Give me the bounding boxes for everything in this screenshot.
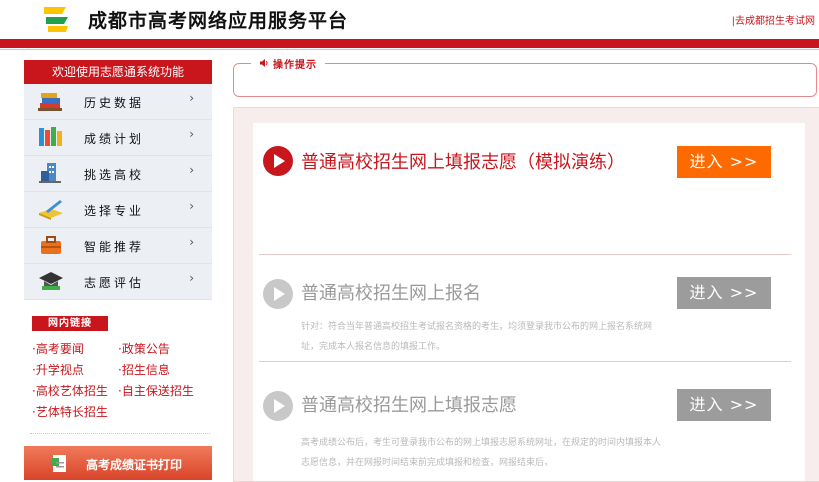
entry-description: 高考成绩公布后，考生可登录我市公布的网上填报志愿系统网址，在规定的时间内填报本人… xyxy=(301,438,662,468)
sidebar-item-label: 智能推荐 xyxy=(84,240,145,254)
document-icon xyxy=(51,455,66,472)
chevron-right-icon: › xyxy=(189,127,194,141)
sidebar-title: 欢迎使用志愿通系统功能 xyxy=(24,60,212,84)
enter-mock-volunteer-button[interactable]: 进入 >> xyxy=(677,146,771,178)
play-icon xyxy=(263,391,293,421)
chevron-right-icon: › xyxy=(189,163,194,177)
sidebar-item-smart-recommend[interactable]: 智能推荐 › xyxy=(24,228,212,264)
sidebar-nav: 历史数据 › 成绩计划 › 挑选高校 › 选择专业 › 智能推荐 › 志愿评估 … xyxy=(24,84,212,300)
sidebar-item-label: 挑选高校 xyxy=(84,168,145,182)
pen-book-icon xyxy=(39,200,63,220)
books-icon xyxy=(38,93,62,111)
link-enrollment-info[interactable]: ·招生信息 xyxy=(118,361,170,378)
briefcase-icon xyxy=(41,236,61,254)
tip-label: 操作提示 xyxy=(273,60,317,71)
sidebar-item-label: 成绩计划 xyxy=(84,132,145,146)
link-exam-news[interactable]: ·高考要闻 xyxy=(32,340,84,357)
graduation-cap-icon xyxy=(39,272,63,290)
bookshelf-icon xyxy=(39,127,62,146)
sidebar-item-score-plan[interactable]: 成绩计划 › xyxy=(24,120,212,156)
enter-registration-button[interactable]: 进入 >> xyxy=(677,277,771,309)
sidebar-item-choose-major[interactable]: 选择专业 › xyxy=(24,192,212,228)
header-red-bar xyxy=(0,39,819,48)
play-icon xyxy=(263,146,293,176)
link-talent-enrollment[interactable]: ·艺体特长招生 xyxy=(32,403,108,420)
chevron-right-icon: › xyxy=(189,271,194,285)
sidebar-item-choose-college[interactable]: 挑选高校 › xyxy=(24,156,212,192)
links-divider xyxy=(30,433,210,434)
sidebar-item-label: 选择专业 xyxy=(84,204,145,218)
speaker-icon xyxy=(259,58,269,71)
operation-tips-title: 操作提示 xyxy=(251,56,325,71)
exam-website-link[interactable]: |去成都招生考试网 xyxy=(732,12,815,27)
chevron-right-icon: › xyxy=(189,199,194,213)
sidebar-item-label: 历史数据 xyxy=(84,96,145,110)
main-panel: 普通高校招生网上填报志愿（模拟演练） 进入 >> 普通高校招生网上报名 进入 >… xyxy=(233,107,819,482)
school-building-icon xyxy=(39,163,61,183)
link-independent-enrollment[interactable]: ·自主保送招生 xyxy=(118,382,194,399)
entry-divider xyxy=(259,361,791,362)
sidebar: 欢迎使用志愿通系统功能 历史数据 › 成绩计划 › 挑选高校 › 选择专业 › … xyxy=(24,60,212,300)
print-button-label: 高考成绩证书打印 xyxy=(86,458,183,472)
chevron-right-icon: › xyxy=(189,91,194,105)
link-admission-view[interactable]: ·升学视点 xyxy=(32,361,84,378)
header: 成都市高考网络应用服务平台 |去成都招生考试网 xyxy=(0,0,819,38)
entry-title: 普通高校招生网上填报志愿（模拟演练） xyxy=(301,152,625,173)
entry-title: 普通高校招生网上填报志愿 xyxy=(301,395,517,416)
play-icon xyxy=(263,279,293,309)
sidebar-item-history-data[interactable]: 历史数据 › xyxy=(24,84,212,120)
logo-icon xyxy=(44,7,68,32)
entry-title: 普通高校招生网上报名 xyxy=(301,283,481,304)
link-policy-notice[interactable]: ·政策公告 xyxy=(118,340,170,357)
score-certificate-print-button[interactable]: 高考成绩证书打印 xyxy=(24,446,212,480)
link-art-sports-enrollment[interactable]: ·高校艺体招生 xyxy=(32,382,108,399)
site-title: 成都市高考网络应用服务平台 xyxy=(88,10,349,32)
sidebar-item-label: 志愿评估 xyxy=(84,276,145,290)
header-divider xyxy=(0,49,819,50)
links-title: 网内链接 xyxy=(32,316,108,331)
entry-list: 普通高校招生网上填报志愿（模拟演练） 进入 >> 普通高校招生网上报名 进入 >… xyxy=(253,123,805,481)
entry-divider xyxy=(259,254,791,255)
chevron-right-icon: › xyxy=(189,235,194,249)
sidebar-item-volunteer-assessment[interactable]: 志愿评估 › xyxy=(24,264,212,300)
enter-volunteer-button[interactable]: 进入 >> xyxy=(677,389,771,421)
entry-description: 针对：符合当年普通高校招生考试报名资格的考生，均须登录我市公布的网上报名系统网址… xyxy=(301,322,653,352)
